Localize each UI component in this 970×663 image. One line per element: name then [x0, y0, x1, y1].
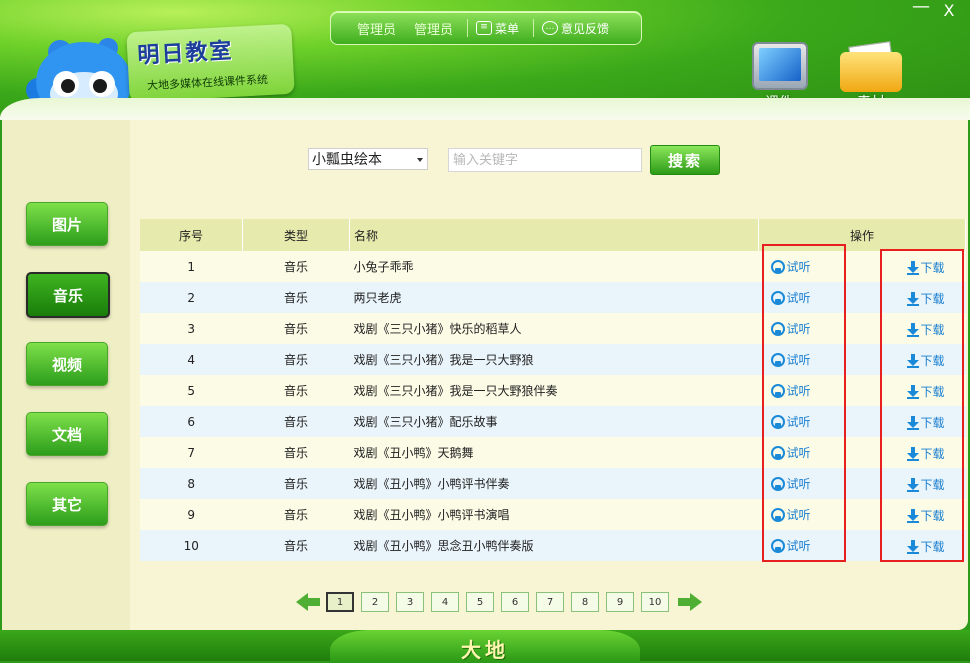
monitor-icon: [752, 42, 808, 90]
row-name: 戏剧《丑小鸭》天鹅舞: [349, 437, 759, 468]
row-index: 5: [140, 375, 243, 406]
brand-badge: 明日教室 大地多媒体在线课件系统: [126, 23, 295, 103]
row-index: 8: [140, 468, 243, 499]
sidebar-item-video[interactable]: 视频: [26, 342, 108, 386]
page-button-10[interactable]: 10: [641, 592, 669, 612]
page-button-4[interactable]: 4: [431, 592, 459, 612]
pagination: 1 2 3 4 5 6 7 8 9 10: [2, 592, 968, 616]
header-index: 序号: [140, 219, 243, 251]
page-button-8[interactable]: 8: [571, 592, 599, 612]
toolbar-divider: [533, 19, 535, 37]
row-index: 4: [140, 344, 243, 375]
next-page-arrow-icon[interactable]: [678, 593, 702, 611]
menu-button[interactable]: ≡ 菜单: [476, 20, 519, 37]
row-name: 两只老虎: [349, 282, 759, 313]
page-button-1[interactable]: 1: [326, 592, 354, 612]
row-type: 音乐: [242, 375, 350, 406]
search-bar: 小瓢虫绘本 搜索: [2, 120, 968, 180]
search-button[interactable]: 搜索: [650, 145, 720, 175]
row-name: 戏剧《三只小猪》我是一只大野狼伴奏: [349, 375, 759, 406]
sidebar-item-images[interactable]: 图片: [26, 202, 108, 246]
footer-tab: 大地: [330, 630, 640, 662]
top-toolbar: 管理员 管理员 ≡ 菜单 … 意见反馈: [330, 11, 642, 45]
minimize-button[interactable]: —: [910, 0, 932, 17]
row-name: 戏剧《丑小鸭》小鸭评书演唱: [349, 499, 759, 530]
page-button-7[interactable]: 7: [536, 592, 564, 612]
download-column-highlight: [880, 249, 964, 562]
material-label: 素材: [857, 95, 885, 111]
row-name: 戏剧《丑小鸭》小鸭评书伴奏: [349, 468, 759, 499]
row-type: 音乐: [242, 282, 350, 313]
row-index: 7: [140, 437, 243, 468]
app-header: 明日教室 大地多媒体在线课件系统 管理员 管理员 ≡ 菜单 … 意见反馈 — X…: [0, 0, 970, 120]
user-name-1[interactable]: 管理员: [357, 19, 396, 38]
sidebar-item-documents[interactable]: 文档: [26, 412, 108, 456]
row-name: 戏剧《丑小鸭》思念丑小鸭伴奏版: [349, 530, 759, 561]
folder-icon: [840, 41, 902, 92]
row-type: 音乐: [242, 437, 350, 468]
page-button-9[interactable]: 9: [606, 592, 634, 612]
row-index: 2: [140, 282, 243, 313]
row-type: 音乐: [242, 251, 350, 282]
row-index: 6: [140, 406, 243, 437]
mascot-logo-icon: [26, 38, 132, 120]
row-type: 音乐: [242, 313, 350, 344]
toolbar-divider: [467, 19, 469, 37]
header-type: 类型: [242, 219, 350, 251]
row-type: 音乐: [242, 530, 350, 561]
category-select-value: 小瓢虫绘本: [312, 152, 382, 168]
category-select[interactable]: 小瓢虫绘本: [308, 148, 428, 170]
sidebar-item-music[interactable]: 音乐: [26, 272, 110, 318]
close-button[interactable]: X: [938, 1, 960, 20]
sidebar-item-other[interactable]: 其它: [26, 482, 108, 526]
row-type: 音乐: [242, 468, 350, 499]
row-name: 戏剧《三只小猪》配乐故事: [349, 406, 759, 437]
row-type: 音乐: [242, 406, 350, 437]
header-name: 名称: [349, 219, 759, 251]
chevron-down-icon: [417, 158, 423, 162]
page-button-2[interactable]: 2: [361, 592, 389, 612]
row-name: 戏剧《三只小猪》快乐的稻草人: [349, 313, 759, 344]
row-index: 10: [140, 530, 243, 561]
brand-title: 明日教室: [136, 38, 235, 69]
courseware-label: 课件: [765, 95, 793, 111]
app-footer: 大地: [0, 630, 970, 662]
row-name: 小兔子乖乖: [349, 251, 759, 282]
feedback-button[interactable]: … 意见反馈: [542, 20, 609, 37]
keyword-search-input[interactable]: [448, 148, 642, 172]
row-index: 3: [140, 313, 243, 344]
user-name-2[interactable]: 管理员: [414, 19, 453, 38]
footer-logo: 大地: [461, 638, 509, 662]
page-button-6[interactable]: 6: [501, 592, 529, 612]
page-button-3[interactable]: 3: [396, 592, 424, 612]
brand-subtitle: 大地多媒体在线课件系统: [146, 73, 269, 93]
courseware-module-button[interactable]: 课件: [744, 38, 814, 111]
row-type: 音乐: [242, 499, 350, 530]
prev-page-arrow-icon[interactable]: [296, 593, 320, 611]
menu-icon: ≡: [476, 21, 493, 35]
row-index: 1: [140, 251, 243, 282]
chat-bubble-icon: …: [542, 21, 559, 35]
feedback-label: 意见反馈: [561, 21, 610, 36]
material-module-button[interactable]: 素材: [836, 38, 906, 111]
row-name: 戏剧《三只小猪》我是一只大野狼: [349, 344, 759, 375]
row-index: 9: [140, 499, 243, 530]
listen-column-highlight: [762, 244, 846, 562]
menu-label: 菜单: [495, 21, 520, 36]
row-type: 音乐: [242, 344, 350, 375]
category-sidebar: 图片 音乐 视频 文档 其它: [2, 120, 130, 630]
main-panel: 图片 音乐 视频 文档 其它 小瓢虫绘本 搜索 序号 类型 名称 操作 1音乐小…: [2, 120, 968, 630]
page-button-5[interactable]: 5: [466, 592, 494, 612]
